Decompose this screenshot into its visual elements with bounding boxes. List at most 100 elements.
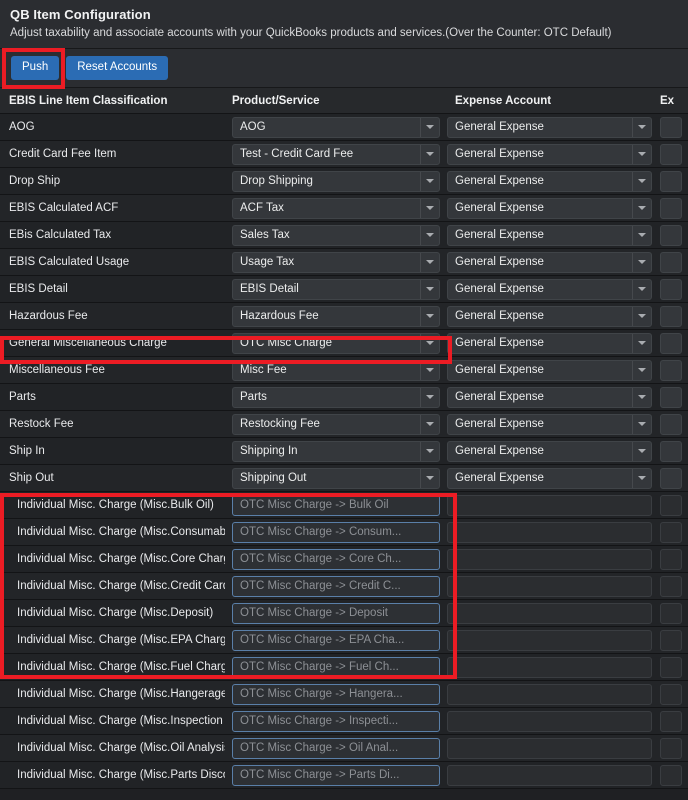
chevron-down-icon[interactable] (632, 333, 651, 353)
extra-select-clipped[interactable] (660, 143, 682, 165)
product-service-input[interactable]: OTC Misc Charge -> Hangera... (232, 683, 440, 705)
expense-account-empty-field[interactable] (447, 548, 652, 570)
extra-select-clipped[interactable] (660, 197, 682, 219)
chevron-down-icon[interactable] (420, 171, 439, 191)
chevron-down-icon[interactable] (632, 387, 651, 407)
expense-account-empty-field[interactable] (447, 764, 652, 786)
chevron-down-icon[interactable] (420, 279, 439, 299)
extra-field-clipped[interactable] (660, 737, 682, 759)
extra-select-clipped[interactable] (660, 440, 682, 462)
product-service-select[interactable]: Hazardous Fee (232, 305, 440, 327)
chevron-down-icon[interactable] (420, 225, 439, 245)
product-service-input[interactable]: OTC Misc Charge -> Credit C... (232, 575, 440, 597)
product-service-select[interactable]: Misc Fee (232, 359, 440, 381)
expense-account-empty-field[interactable] (447, 521, 652, 543)
extra-field-clipped[interactable] (660, 548, 682, 570)
product-service-select[interactable]: EBIS Detail (232, 278, 440, 300)
chevron-down-icon[interactable] (632, 144, 651, 164)
reset-accounts-button[interactable]: Reset Accounts (66, 56, 169, 80)
expense-account-empty-field[interactable] (447, 602, 652, 624)
extra-field-clipped[interactable] (660, 521, 682, 543)
product-service-select[interactable]: Test - Credit Card Fee (232, 143, 440, 165)
product-service-input[interactable]: OTC Misc Charge -> Core Ch... (232, 548, 440, 570)
extra-select-clipped[interactable] (660, 224, 682, 246)
extra-select-clipped[interactable] (660, 359, 682, 381)
chevron-down-icon[interactable] (420, 441, 439, 461)
chevron-down-icon[interactable] (420, 333, 439, 353)
expense-account-select[interactable]: General Expense (447, 332, 652, 354)
extra-field-clipped[interactable] (660, 656, 682, 678)
product-service-select[interactable]: OTC Misc Charge (232, 332, 440, 354)
product-service-select[interactable]: Shipping In (232, 440, 440, 462)
chevron-down-icon[interactable] (420, 360, 439, 380)
product-service-select[interactable]: Parts (232, 386, 440, 408)
product-service-select[interactable]: Shipping Out (232, 467, 440, 489)
expense-account-select[interactable]: General Expense (447, 116, 652, 138)
chevron-down-icon[interactable] (632, 225, 651, 245)
extra-select-clipped[interactable] (660, 116, 682, 138)
expense-account-select[interactable]: General Expense (447, 413, 652, 435)
chevron-down-icon[interactable] (632, 198, 651, 218)
chevron-down-icon[interactable] (632, 360, 651, 380)
extra-field-clipped[interactable] (660, 575, 682, 597)
extra-field-clipped[interactable] (660, 494, 682, 516)
product-service-input[interactable]: OTC Misc Charge -> Oil Anal... (232, 737, 440, 759)
extra-field-clipped[interactable] (660, 629, 682, 651)
chevron-down-icon[interactable] (632, 306, 651, 326)
chevron-down-icon[interactable] (632, 117, 651, 137)
extra-select-clipped[interactable] (660, 386, 682, 408)
expense-account-select[interactable]: General Expense (447, 143, 652, 165)
chevron-down-icon[interactable] (632, 441, 651, 461)
product-service-input[interactable]: OTC Misc Charge -> Inspecti... (232, 710, 440, 732)
extra-select-clipped[interactable] (660, 278, 682, 300)
extra-field-clipped[interactable] (660, 710, 682, 732)
chevron-down-icon[interactable] (632, 252, 651, 272)
chevron-down-icon[interactable] (420, 387, 439, 407)
product-service-input[interactable]: OTC Misc Charge -> EPA Cha... (232, 629, 440, 651)
chevron-down-icon[interactable] (632, 171, 651, 191)
expense-account-empty-field[interactable] (447, 629, 652, 651)
product-service-select[interactable]: ACF Tax (232, 197, 440, 219)
extra-select-clipped[interactable] (660, 251, 682, 273)
chevron-down-icon[interactable] (632, 468, 651, 488)
product-service-input[interactable]: OTC Misc Charge -> Fuel Ch... (232, 656, 440, 678)
chevron-down-icon[interactable] (420, 117, 439, 137)
product-service-input[interactable]: OTC Misc Charge -> Deposit (232, 602, 440, 624)
expense-account-select[interactable]: General Expense (447, 305, 652, 327)
expense-account-select[interactable]: General Expense (447, 224, 652, 246)
chevron-down-icon[interactable] (420, 414, 439, 434)
chevron-down-icon[interactable] (420, 468, 439, 488)
push-button[interactable]: Push (11, 56, 60, 80)
chevron-down-icon[interactable] (420, 198, 439, 218)
expense-account-select[interactable]: General Expense (447, 359, 652, 381)
expense-account-empty-field[interactable] (447, 683, 652, 705)
product-service-input[interactable]: OTC Misc Charge -> Consum... (232, 521, 440, 543)
chevron-down-icon[interactable] (632, 414, 651, 434)
chevron-down-icon[interactable] (420, 252, 439, 272)
product-service-select[interactable]: Sales Tax (232, 224, 440, 246)
extra-select-clipped[interactable] (660, 332, 682, 354)
extra-select-clipped[interactable] (660, 305, 682, 327)
expense-account-select[interactable]: General Expense (447, 197, 652, 219)
expense-account-select[interactable]: General Expense (447, 251, 652, 273)
product-service-select[interactable]: Restocking Fee (232, 413, 440, 435)
extra-field-clipped[interactable] (660, 683, 682, 705)
extra-select-clipped[interactable] (660, 467, 682, 489)
extra-field-clipped[interactable] (660, 764, 682, 786)
extra-select-clipped[interactable] (660, 170, 682, 192)
product-service-select[interactable]: Usage Tax (232, 251, 440, 273)
chevron-down-icon[interactable] (420, 306, 439, 326)
product-service-input[interactable]: OTC Misc Charge -> Bulk Oil (232, 494, 440, 516)
extra-select-clipped[interactable] (660, 413, 682, 435)
expense-account-empty-field[interactable] (447, 710, 652, 732)
chevron-down-icon[interactable] (632, 279, 651, 299)
chevron-down-icon[interactable] (420, 144, 439, 164)
product-service-input[interactable]: OTC Misc Charge -> Parts Di... (232, 764, 440, 786)
extra-field-clipped[interactable] (660, 602, 682, 624)
expense-account-empty-field[interactable] (447, 494, 652, 516)
expense-account-select[interactable]: General Expense (447, 278, 652, 300)
expense-account-empty-field[interactable] (447, 575, 652, 597)
product-service-select[interactable]: AOG (232, 116, 440, 138)
expense-account-select[interactable]: General Expense (447, 386, 652, 408)
expense-account-select[interactable]: General Expense (447, 170, 652, 192)
